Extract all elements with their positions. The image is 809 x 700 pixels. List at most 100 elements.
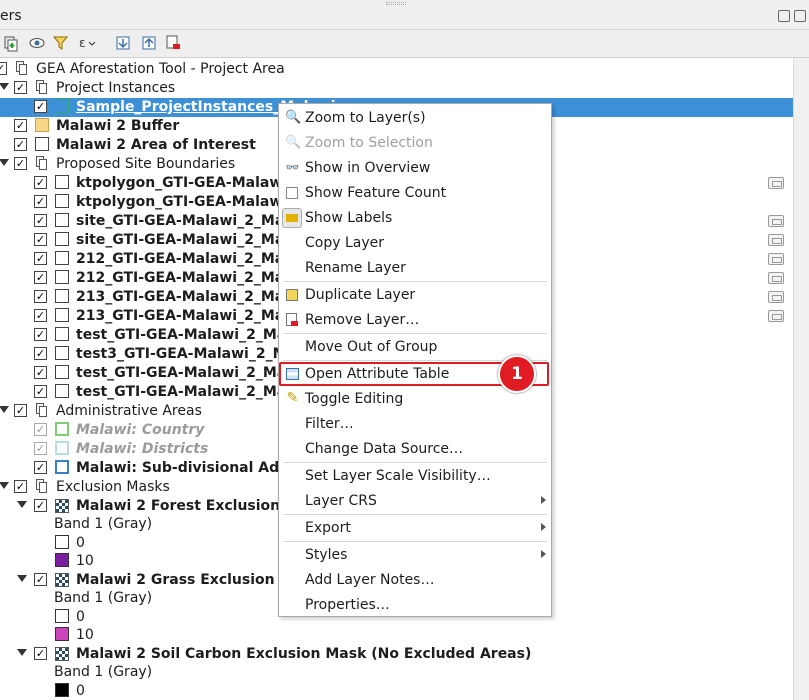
checkbox-checked[interactable]: ✓ — [34, 214, 47, 227]
checkbox-checked[interactable]: ✓ — [34, 100, 47, 113]
tree-label: test_GTI-GEA-Malawi_2_Mal — [76, 365, 292, 381]
expand-arrow-icon[interactable] — [0, 159, 9, 166]
collapse-all-icon[interactable] — [140, 34, 158, 52]
color-swatch — [55, 609, 69, 623]
tree-row-project-area[interactable]: ✓ GEA Aforestation Tool - Project Area — [0, 60, 793, 79]
tree-label: 213_GTI-GEA-Malawi_2_Mal — [76, 289, 290, 305]
tree-label: Band 1 (Gray) — [54, 516, 153, 532]
checkbox-checked[interactable]: ✓ — [34, 385, 47, 398]
expand-all-icon[interactable] — [114, 34, 132, 52]
checkbox-checked[interactable]: ✓ — [0, 62, 7, 75]
tree-label: Malawi: Sub-divisional Admin — [76, 460, 309, 476]
zoom-icon: 🔍 — [285, 110, 302, 125]
group-icon — [34, 479, 48, 493]
polygon-symbol-icon — [55, 99, 69, 113]
float-panel-icon[interactable] — [778, 10, 790, 22]
checkbox-checked[interactable]: ✓ — [34, 461, 47, 474]
checkbox-checked[interactable]: ✓ — [34, 309, 47, 322]
expand-arrow-icon[interactable] — [0, 83, 9, 90]
checkbox-checked[interactable]: ✓ — [34, 423, 47, 436]
checkbox-checked[interactable]: ✓ — [34, 347, 47, 360]
menu-item-export[interactable]: Export — [279, 516, 551, 540]
tree-label: Malawi 2 Soil Carbon Exclusion Mask (No … — [76, 646, 532, 662]
tree-row-soil-mask[interactable]: ✓ Malawi 2 Soil Carbon Exclusion Mask (N… — [0, 645, 793, 664]
checkbox-icon[interactable] — [286, 187, 298, 199]
checkbox-checked[interactable]: ✓ — [34, 195, 47, 208]
checkbox-checked[interactable]: ✓ — [14, 404, 27, 417]
add-group-icon[interactable] — [2, 34, 20, 52]
checkbox-checked[interactable]: ✓ — [34, 252, 47, 265]
menu-separator — [283, 541, 547, 542]
embedded-layer-icon — [768, 215, 784, 227]
tree-label: 212_GTI-GEA-Malawi_2_Mal — [76, 251, 290, 267]
eye-visibility-icon[interactable] — [28, 34, 46, 52]
checkbox-checked[interactable]: ✓ — [34, 442, 47, 455]
group-icon — [34, 403, 48, 417]
menu-item-properties[interactable]: Properties… — [279, 593, 551, 617]
expand-arrow-icon[interactable] — [17, 649, 27, 656]
polygon-symbol-icon — [55, 194, 69, 208]
tree-label: GEA Aforestation Tool - Project Area — [36, 61, 285, 77]
menu-item-styles[interactable]: Styles — [279, 543, 551, 567]
tree-label: 0 — [76, 609, 85, 625]
pencil-icon: ✎ — [286, 390, 299, 406]
menu-item-show-in-overview[interactable]: 👓 Show in Overview — [279, 156, 551, 180]
checkbox-checked[interactable]: ✓ — [34, 647, 47, 660]
checkbox-checked[interactable]: ✓ — [34, 233, 47, 246]
menu-item-duplicate-layer[interactable]: Duplicate Layer — [279, 283, 551, 307]
checkbox-checked[interactable]: ✓ — [34, 328, 47, 341]
tree-label: Malawi 2 Area of Interest — [56, 137, 256, 153]
tree-row-project-instances[interactable]: ✓ Project Instances — [0, 79, 793, 98]
expand-arrow-icon[interactable] — [0, 482, 9, 489]
close-panel-icon[interactable] — [794, 10, 806, 22]
polygon-symbol-icon — [55, 460, 69, 474]
checkbox-checked[interactable]: ✓ — [14, 119, 27, 132]
expand-arrow-icon[interactable] — [0, 406, 9, 413]
zoom-selection-icon: 🔍 — [285, 135, 302, 150]
legend-item: 0 — [0, 682, 793, 700]
tree-label: 212_GTI-GEA-Malawi_2_Mal — [76, 270, 290, 286]
tree-label: Band 1 (Gray) — [54, 590, 153, 606]
checkbox-checked[interactable]: ✓ — [14, 157, 27, 170]
checkbox-checked[interactable]: ✓ — [14, 81, 27, 94]
tree-label: Malawi: Country — [76, 422, 205, 438]
menu-item-layer-crs[interactable]: Layer CRS — [279, 489, 551, 513]
checkbox-checked[interactable]: ✓ — [34, 290, 47, 303]
menu-item-copy-layer[interactable]: Copy Layer — [279, 231, 551, 255]
menu-item-show-labels[interactable]: Show Labels — [279, 206, 551, 230]
menu-item-label: Show Labels — [305, 210, 393, 226]
menu-item-label: Change Data Source… — [305, 441, 464, 457]
menu-item-scale-visibility[interactable]: Set Layer Scale Visibility… — [279, 464, 551, 488]
menu-item-zoom-to-layer[interactable]: 🔍 Zoom to Layer(s) — [279, 106, 551, 130]
menu-item-label: Copy Layer — [305, 235, 384, 251]
menu-item-add-layer-notes[interactable]: Add Layer Notes… — [279, 568, 551, 592]
expand-arrow-icon[interactable] — [17, 501, 27, 508]
expand-arrow-icon[interactable] — [17, 575, 27, 582]
raster-icon — [55, 647, 69, 661]
menu-item-rename-layer[interactable]: Rename Layer — [279, 256, 551, 280]
checkbox-checked[interactable]: ✓ — [34, 573, 47, 586]
tree-label: Exclusion Masks — [56, 479, 170, 495]
checkbox-checked[interactable]: ✓ — [34, 499, 47, 512]
checkbox-checked[interactable]: ✓ — [14, 138, 27, 151]
menu-item-show-feature-count[interactable]: Show Feature Count — [279, 181, 551, 205]
remove-layer-icon[interactable] — [164, 34, 182, 52]
filter-expression-icon[interactable]: ε — [78, 34, 96, 52]
vertical-scrollbar[interactable] — [793, 58, 809, 700]
drag-grip-icon[interactable] — [386, 2, 406, 5]
checkbox-checked[interactable]: ✓ — [34, 366, 47, 379]
menu-item-change-data-source[interactable]: Change Data Source… — [279, 437, 551, 461]
menu-item-label: Rename Layer — [305, 260, 406, 276]
checkbox-checked[interactable]: ✓ — [14, 480, 27, 493]
checkbox-checked[interactable]: ✓ — [34, 176, 47, 189]
checkbox-checked[interactable]: ✓ — [34, 271, 47, 284]
layers-panel-titlebar: ers — [0, 0, 809, 30]
menu-item-filter[interactable]: Filter… — [279, 412, 551, 436]
menu-item-label: Show in Overview — [305, 160, 431, 176]
group-icon — [34, 80, 48, 94]
embedded-layer-icon — [768, 234, 784, 246]
filter-legend-icon[interactable] — [52, 34, 70, 52]
menu-item-remove-layer[interactable]: Remove Layer… — [279, 308, 551, 332]
polygon-symbol-icon — [55, 384, 69, 398]
tree-label: Malawi 2 Grass Exclusion Ma — [76, 572, 303, 588]
